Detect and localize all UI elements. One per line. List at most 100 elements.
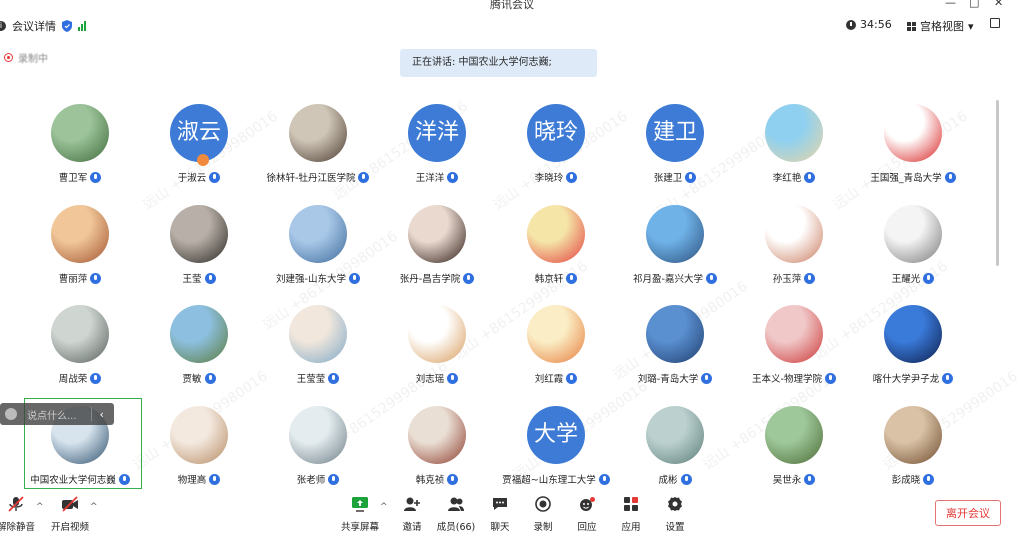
reaction-button[interactable]: 回应	[565, 496, 609, 533]
participant-name: 韩京轩	[534, 274, 564, 285]
unmute-label: 解除静音	[0, 522, 35, 533]
participant-name: 张丹-昌吉学院	[399, 274, 461, 285]
signal-strength-icon[interactable]	[78, 21, 86, 31]
participant-name-row: 喀什大学尹子龙	[833, 371, 993, 385]
collapse-chat-icon[interactable]: ‹	[100, 408, 104, 421]
minimize-button[interactable]: —	[945, 0, 956, 9]
participant-avatar	[527, 305, 585, 363]
invite-label: 邀请	[402, 522, 422, 533]
participant-tile[interactable]: 刘璐-青岛大学	[615, 305, 735, 405]
participant-tile[interactable]: 王莹	[139, 205, 259, 305]
participant-tile[interactable]: 孙玉萍	[734, 205, 854, 305]
recording-label: 录制中	[18, 54, 48, 65]
participant-tile[interactable]: 徐林轩-牡丹江医学院	[258, 104, 378, 204]
participant-avatar	[51, 205, 109, 263]
participant-tile[interactable]: 物理高	[139, 406, 259, 506]
view-mode-dropdown[interactable]: 宫格视图 ▾	[907, 18, 974, 34]
participant-name: 贾敏	[182, 374, 202, 385]
mic-status-icon	[804, 473, 816, 485]
participant-tile[interactable]: 张老师	[258, 406, 378, 506]
participant-avatar	[646, 406, 704, 464]
settings-button[interactable]: 设置	[653, 496, 697, 533]
participant-tile[interactable]: 贾敏	[139, 305, 259, 405]
share-screen-button[interactable]: 共享屏幕	[338, 496, 382, 533]
participant-tile[interactable]: 王国强_青岛大学	[853, 104, 973, 204]
timer-value: 34:56	[860, 18, 892, 31]
mic-status-icon	[944, 171, 956, 183]
quick-chat-box[interactable]: 说点什么... ‹	[0, 403, 114, 425]
participant-tile[interactable]: 曹丽萍	[20, 205, 140, 305]
mic-status-icon	[209, 171, 221, 183]
participant-tile[interactable]: 建卫 张建卫	[615, 104, 735, 204]
participant-tile[interactable]: 彭成晓	[853, 406, 973, 506]
participant-name: 王国强_青岛大学	[870, 173, 942, 184]
participant-name: 刘璐-青岛大学	[637, 374, 699, 385]
participant-tile[interactable]: 吴世永	[734, 406, 854, 506]
invite-button[interactable]: 邀请	[390, 496, 434, 533]
participant-tile[interactable]: 张丹-昌吉学院	[377, 205, 497, 305]
participant-name: 曹卫军	[58, 173, 88, 184]
audio-options-chevron-icon[interactable]: ^	[36, 502, 44, 512]
maximize-button[interactable]: □	[969, 0, 979, 9]
participant-tile[interactable]: 祁月盈-嘉兴大学	[615, 205, 735, 305]
participant-name: 祁月盈-嘉兴大学	[633, 274, 703, 285]
start-video-label: 开启视频	[50, 522, 89, 533]
mic-status-icon	[447, 171, 459, 183]
mic-status-icon	[566, 171, 578, 183]
participant-tile[interactable]: 刘建强-山东大学	[258, 205, 378, 305]
meeting-info-button[interactable]: i 会议详情	[0, 18, 86, 34]
participant-avatar: 建卫	[646, 104, 704, 162]
participant-tile[interactable]: 洋洋 王洋洋	[377, 104, 497, 204]
participant-name: 吴世永	[772, 475, 802, 486]
participant-tile[interactable]: 大学 贾福超~山东理工大学	[496, 406, 616, 506]
grid-scrollbar[interactable]	[996, 100, 999, 266]
participant-tile[interactable]: 周战荣	[20, 305, 140, 405]
participant-tile[interactable]: 刘红霞	[496, 305, 616, 405]
participant-name: 李晓玲	[534, 173, 564, 184]
fullscreen-icon[interactable]	[990, 18, 1000, 28]
mic-status-icon	[804, 272, 816, 284]
security-shield-icon[interactable]	[62, 20, 72, 32]
participant-tile[interactable]: 王本义-物理学院	[734, 305, 854, 405]
members-button[interactable]: 成员(66)	[434, 496, 478, 533]
participant-tile[interactable]: 曹卫军	[20, 104, 140, 204]
participant-tile[interactable]: 刘志瑶	[377, 305, 497, 405]
video-options-chevron-icon[interactable]: ^	[90, 502, 98, 512]
start-video-button[interactable]: 开启视频	[48, 496, 92, 533]
mic-status-icon	[463, 272, 475, 284]
participant-tile[interactable]: 王莹莹	[258, 305, 378, 405]
participant-name: 贾福超~山东理工大学	[502, 475, 596, 486]
mic-status-icon	[204, 272, 216, 284]
leave-meeting-button[interactable]: 离开会议	[935, 500, 1001, 526]
close-button[interactable]: ✕	[994, 0, 1003, 9]
mic-status-icon	[90, 272, 102, 284]
record-button[interactable]: 录制	[521, 496, 565, 533]
participant-name: 于淑云	[177, 173, 207, 184]
mic-status-icon	[680, 473, 692, 485]
active-speaker-banner: 正在讲话: 中国农业大学何志巍;	[400, 49, 597, 77]
participant-tile[interactable]: 晓玲 李晓玲	[496, 104, 616, 204]
apps-button[interactable]: 应用	[609, 496, 653, 533]
grid-view-icon	[907, 21, 916, 31]
clock-icon	[846, 19, 856, 30]
participant-tile[interactable]: 成彬	[615, 406, 735, 506]
participant-tile[interactable]: 王耀光	[853, 205, 973, 305]
participant-avatar	[170, 406, 228, 464]
participant-name: 张老师	[296, 475, 326, 486]
window-titlebar: 腾讯会议 — □ ✕	[0, 0, 1024, 14]
participant-tile[interactable]: 韩克祯	[377, 406, 497, 506]
chat-button[interactable]: 聊天	[478, 496, 522, 533]
chat-input-placeholder[interactable]: 说点什么...	[27, 407, 77, 422]
participant-tile[interactable]: 李红艳	[734, 104, 854, 204]
mic-status-icon	[90, 171, 102, 183]
share-options-chevron-icon[interactable]: ^	[380, 502, 388, 512]
participant-avatar	[289, 205, 347, 263]
participant-tile[interactable]: 韩京轩	[496, 205, 616, 305]
participant-name: 刘志瑶	[415, 374, 445, 385]
participant-avatar	[170, 205, 228, 263]
unmute-button[interactable]: 解除静音	[0, 496, 38, 533]
members-icon	[448, 497, 464, 511]
mic-status-icon	[804, 171, 816, 183]
participant-tile[interactable]: 喀什大学尹子龙	[853, 305, 973, 405]
emoji-icon[interactable]	[5, 408, 17, 420]
